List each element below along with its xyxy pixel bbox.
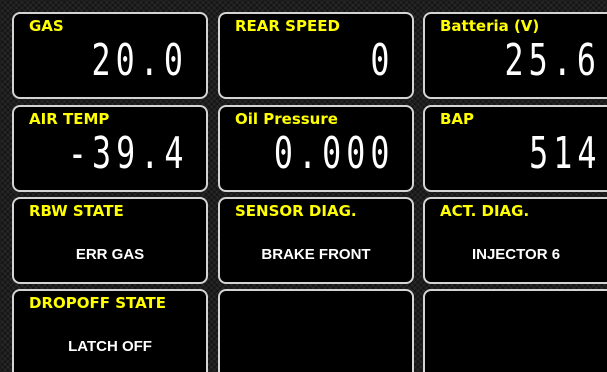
- tile-empty: [423, 289, 607, 372]
- tile-label: AIR TEMP: [29, 110, 110, 128]
- tile-gas: GAS 20.0: [12, 12, 208, 99]
- tile-value: 25.6: [504, 35, 601, 86]
- tile-label: RBW STATE: [29, 202, 124, 220]
- tile-rbw-state: RBW STATE ERR GAS: [12, 197, 208, 284]
- tile-rear-speed: REAR SPEED 0: [218, 12, 414, 99]
- tile-label: Batteria (V): [440, 17, 540, 35]
- tile-value: 0.000: [273, 128, 394, 179]
- tile-air-temp: AIR TEMP -39.4: [12, 105, 208, 192]
- tile-dropoff-state: DROPOFF STATE LATCH OFF: [12, 289, 208, 372]
- tile-battery-voltage: Batteria (V) 25.6: [423, 12, 607, 99]
- tile-value: ERR GAS: [75, 246, 145, 263]
- tile-value: BRAKE FRONT: [261, 246, 371, 263]
- tile-label: Oil Pressure: [235, 110, 338, 128]
- tile-bap: BAP 514: [423, 105, 607, 192]
- tile-value: 514: [528, 128, 601, 179]
- tile-value: 0: [369, 35, 394, 86]
- tile-oil-pressure: Oil Pressure 0.000: [218, 105, 414, 192]
- tile-label: ACT. DIAG.: [440, 202, 530, 220]
- tile-act-diag: ACT. DIAG. INJECTOR 6: [423, 197, 607, 284]
- tile-sensor-diag: SENSOR DIAG. BRAKE FRONT: [218, 197, 414, 284]
- tile-value: LATCH OFF: [68, 338, 152, 355]
- tile-value: -39.4: [67, 128, 188, 179]
- tile-label: BAP: [440, 110, 475, 128]
- dashboard: GAS 20.0 REAR SPEED 0 Batteria (V) 25.6 …: [0, 0, 607, 372]
- tile-label: DROPOFF STATE: [29, 294, 167, 312]
- tile-label: SENSOR DIAG.: [235, 202, 357, 220]
- tile-empty: [218, 289, 414, 372]
- tile-value: INJECTOR 6: [471, 246, 561, 263]
- tile-value: 20.0: [91, 35, 188, 86]
- tile-label: REAR SPEED: [235, 17, 340, 35]
- tile-label: GAS: [29, 17, 64, 35]
